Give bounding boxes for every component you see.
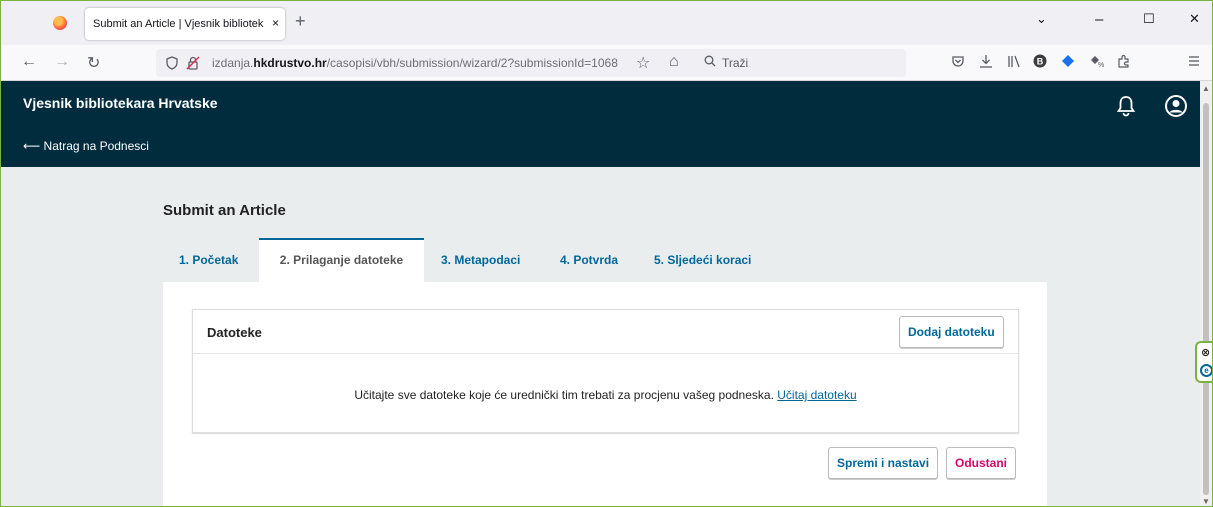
back-to-submissions-link[interactable]: ⟵ Natrag na Podnesci	[23, 139, 149, 153]
tab-title: Submit an Article | Vjesnik bibliotek	[93, 18, 264, 30]
close-circle-icon[interactable]: ⊗	[1201, 346, 1210, 359]
add-file-button[interactable]: Dodaj datoteku	[899, 316, 1004, 348]
save-and-continue-button[interactable]: Spremi i nastavi	[828, 447, 939, 479]
url-bar[interactable]: izdanja.hkdrustvo.hr/casopisi/vbh/submis…	[156, 49, 906, 77]
download-icon[interactable]	[979, 54, 993, 68]
back-arrow-icon[interactable]: ←	[21, 53, 37, 71]
search-icon[interactable]	[704, 54, 716, 70]
tab-step-1[interactable]: 1. Početak	[163, 238, 259, 282]
minimize-icon[interactable]: –	[1095, 11, 1103, 28]
menu-icon[interactable]	[1187, 54, 1201, 68]
extension-b-icon[interactable]: B	[1033, 54, 1047, 68]
tab-step-5[interactable]: 5. Sljedeći koraci	[654, 238, 751, 282]
user-avatar-icon[interactable]	[1165, 95, 1187, 117]
url-text[interactable]: izdanja.hkdrustvo.hr/casopisi/vbh/submis…	[212, 56, 630, 70]
browser-window: Submit an Article | Vjesnik bibliotek × …	[0, 0, 1213, 507]
shield-icon[interactable]	[166, 56, 178, 70]
page-title: Submit an Article	[163, 202, 286, 219]
library-icon[interactable]	[1007, 54, 1021, 68]
new-tab-icon[interactable]: +	[295, 11, 306, 32]
step-panel: Datoteke Dodaj datoteku Učitajte sve dat…	[163, 282, 1047, 506]
forward-arrow-icon[interactable]: →	[54, 53, 70, 71]
notifications-bell-icon[interactable]	[1117, 95, 1135, 117]
tab-step-4[interactable]: 4. Potvrda	[560, 238, 618, 282]
insecure-lock-icon[interactable]	[186, 56, 200, 70]
files-empty-message: Učitajte sve datoteke koje će urednički …	[354, 388, 857, 402]
bookmark-star-icon[interactable]: ☆	[636, 53, 650, 73]
browser-tab[interactable]: Submit an Article | Vjesnik bibliotek ×	[85, 8, 285, 40]
scroll-up-icon[interactable]: ▲	[1202, 84, 1210, 93]
translate-icon[interactable]: %	[1089, 54, 1105, 68]
navigation-bar: ← → ↻ izdanja.hkdrustvo.hr/casopisi/vbh/…	[1, 45, 1212, 81]
extension-e-icon[interactable]: e	[1200, 364, 1212, 377]
side-extension-widget[interactable]: ⊗ e	[1195, 341, 1212, 383]
maximize-icon[interactable]: ☐	[1143, 11, 1155, 27]
files-title: Datoteke	[207, 325, 262, 340]
scroll-thumb[interactable]	[1203, 103, 1209, 495]
home-icon[interactable]: ⌂	[669, 53, 679, 71]
svg-text:%: %	[1098, 62, 1104, 68]
pocket-icon[interactable]	[951, 54, 965, 68]
tab-step-2[interactable]: 2. Prilaganje datoteke	[259, 238, 424, 282]
svg-text:B: B	[1037, 57, 1044, 67]
close-window-icon[interactable]: ✕	[1189, 11, 1200, 27]
extensions-puzzle-icon[interactable]	[1117, 54, 1131, 68]
extension-diamond-icon[interactable]	[1061, 54, 1075, 68]
cancel-button[interactable]: Odustani	[946, 447, 1017, 479]
upload-file-link[interactable]: Učitaj datoteku	[777, 388, 856, 402]
search-placeholder[interactable]: Traži	[722, 56, 748, 70]
files-grid: Datoteke Dodaj datoteku Učitajte sve dat…	[192, 309, 1019, 433]
site-title[interactable]: Vjesnik bibliotekara Hrvatske	[23, 95, 218, 111]
title-bar: Submit an Article | Vjesnik bibliotek × …	[1, 1, 1212, 45]
page-scrollbar[interactable]: ▲ ▼	[1200, 81, 1212, 506]
files-header: Datoteke Dodaj datoteku	[193, 310, 1018, 354]
tab-list-icon[interactable]: ⌄	[1036, 11, 1047, 27]
app-header: Vjesnik bibliotekara Hrvatske ⟵ Natrag n…	[1, 81, 1200, 167]
tab-step-3[interactable]: 3. Metapodaci	[441, 238, 520, 282]
scroll-down-icon[interactable]: ▼	[1202, 497, 1210, 506]
reload-icon[interactable]: ↻	[87, 53, 100, 73]
firefox-logo-icon	[53, 16, 67, 30]
tab-close-icon[interactable]: ×	[272, 16, 279, 30]
